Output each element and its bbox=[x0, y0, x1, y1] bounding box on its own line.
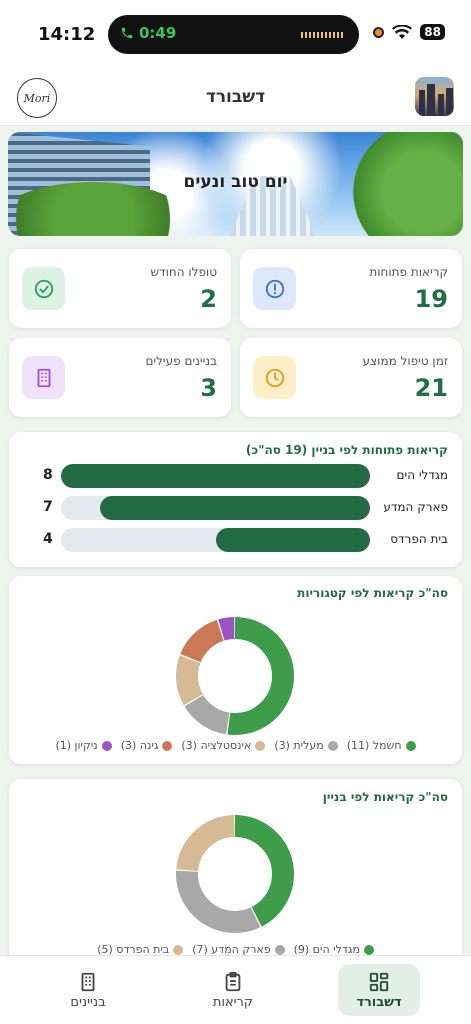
legend-swatch bbox=[101, 740, 112, 751]
stat-value: 19 bbox=[414, 285, 448, 313]
battery-indicator: 88 bbox=[420, 24, 445, 40]
bar-row: פארק המדע 7 bbox=[43, 496, 448, 520]
status-icons: 88 bbox=[373, 24, 445, 40]
tab-calls[interactable]: קריאות bbox=[192, 964, 274, 1016]
bar-fill bbox=[215, 528, 370, 552]
bar-row: בית הפרדס 4 bbox=[43, 528, 448, 552]
hero-banner: יום טוב ונעים bbox=[8, 132, 463, 236]
bar-track bbox=[61, 496, 370, 520]
legend-swatch bbox=[327, 740, 338, 751]
calls-by-building-card: סה"כ קריאות לפי בניין מגדלי הים (9) פארק … bbox=[9, 779, 462, 979]
audio-wave-icon bbox=[301, 32, 345, 38]
wifi-icon bbox=[392, 24, 413, 39]
category-donut-chart bbox=[176, 617, 294, 735]
legend-label: גינה (3) bbox=[120, 739, 159, 752]
legend-item: ניקיון (1) bbox=[55, 739, 112, 752]
avatar[interactable] bbox=[415, 77, 454, 116]
open-calls-by-building-card: קריאות פתוחות לפי בניין (19 סה"כ) מגדלי … bbox=[9, 432, 462, 567]
stat-card-avg-time[interactable]: זמן טיפול ממוצע 21 bbox=[240, 338, 462, 417]
clipboard-icon bbox=[225, 971, 241, 991]
building-icon bbox=[81, 972, 95, 991]
building-donut-chart bbox=[176, 815, 294, 933]
stat-label: זמן טיפול ממוצע bbox=[362, 354, 448, 368]
bar-value: 8 bbox=[43, 467, 53, 483]
call-timer: 0:49 bbox=[139, 24, 177, 42]
stat-label: בניינים פעילים bbox=[145, 354, 217, 368]
legend-item: חשמל (11) bbox=[347, 739, 416, 752]
greeting-text: יום טוב ונעים bbox=[183, 172, 288, 192]
app-header: Mori דשבורד bbox=[0, 70, 471, 126]
section-title: קריאות פתוחות לפי בניין (19 סה"כ) bbox=[245, 443, 448, 457]
legend-swatch bbox=[162, 740, 173, 751]
call-indicator: 0:49 bbox=[120, 24, 176, 42]
bar-fill bbox=[99, 496, 370, 520]
stat-card-open-calls[interactable]: קריאות פתוחות 19 bbox=[240, 249, 462, 328]
bar-label: פארק המדע bbox=[383, 500, 448, 514]
legend-label: אינסטלציה (3) bbox=[181, 739, 252, 752]
legend-label: מעלית (3) bbox=[274, 739, 324, 752]
bar-value: 4 bbox=[43, 531, 53, 547]
bar-track bbox=[61, 528, 370, 552]
bar-fill bbox=[61, 464, 370, 488]
bar-label: בית הפרדס bbox=[390, 532, 448, 546]
tab-dashboard[interactable]: דשבורד bbox=[338, 964, 420, 1016]
tab-label: קריאות bbox=[212, 994, 254, 1010]
status-time: 14:12 bbox=[38, 24, 96, 45]
stat-value: 2 bbox=[200, 285, 217, 313]
legend-swatch bbox=[255, 740, 266, 751]
stat-value: 21 bbox=[414, 374, 448, 402]
bar-row: מגדלי הים 8 bbox=[43, 464, 448, 488]
bar-label: מגדלי הים bbox=[396, 468, 448, 482]
grid-icon bbox=[369, 972, 389, 991]
tab-buildings[interactable]: בניינים bbox=[47, 964, 129, 1016]
tab-label: דשבורד bbox=[356, 994, 402, 1010]
alert-circle-icon bbox=[253, 267, 296, 310]
status-bar: 14:12 0:49 88 bbox=[0, 0, 471, 70]
section-title: סה"כ קריאות לפי בניין bbox=[322, 790, 448, 804]
legend-swatch bbox=[274, 944, 285, 955]
legend-label: חשמל (11) bbox=[346, 739, 402, 752]
phone-icon bbox=[121, 27, 133, 39]
legend-item: אינסטלציה (3) bbox=[181, 739, 266, 752]
bar-value: 7 bbox=[43, 499, 53, 515]
stat-card-handled-month[interactable]: טופלו החודש 2 bbox=[9, 249, 231, 328]
section-title: סה"כ קריאות לפי קטגוריות bbox=[297, 586, 448, 600]
bar-track bbox=[61, 464, 370, 488]
dynamic-island[interactable]: 0:49 bbox=[108, 15, 359, 54]
stat-label: טופלו החודש bbox=[150, 265, 217, 279]
legend-label: ניקיון (1) bbox=[55, 739, 98, 752]
building-icon bbox=[22, 356, 65, 399]
stat-value: 3 bbox=[200, 374, 217, 402]
stat-card-active-buildings[interactable]: בניינים פעילים 3 bbox=[9, 338, 231, 417]
bottom-tab-bar: דשבורד קריאות בניינים bbox=[0, 955, 471, 1024]
stat-label: קריאות פתוחות bbox=[369, 265, 448, 279]
legend-item: מעלית (3) bbox=[274, 739, 338, 752]
legend-item: גינה (3) bbox=[121, 739, 173, 752]
recording-dot-icon bbox=[373, 26, 385, 38]
category-legend: חשמל (11) מעלית (3) אינסטלציה (3) גינה (3) נ… bbox=[9, 739, 462, 752]
calls-by-category-card: סה"כ קריאות לפי קטגוריות חשמל (11) מעלית … bbox=[9, 576, 462, 764]
legend-swatch bbox=[173, 944, 184, 955]
legend-swatch bbox=[363, 944, 374, 955]
check-circle-icon bbox=[22, 267, 65, 310]
clock-icon bbox=[253, 356, 296, 399]
page-title: דשבורד bbox=[205, 87, 266, 107]
tab-label: בניינים bbox=[70, 994, 106, 1010]
legend-swatch bbox=[405, 740, 416, 751]
